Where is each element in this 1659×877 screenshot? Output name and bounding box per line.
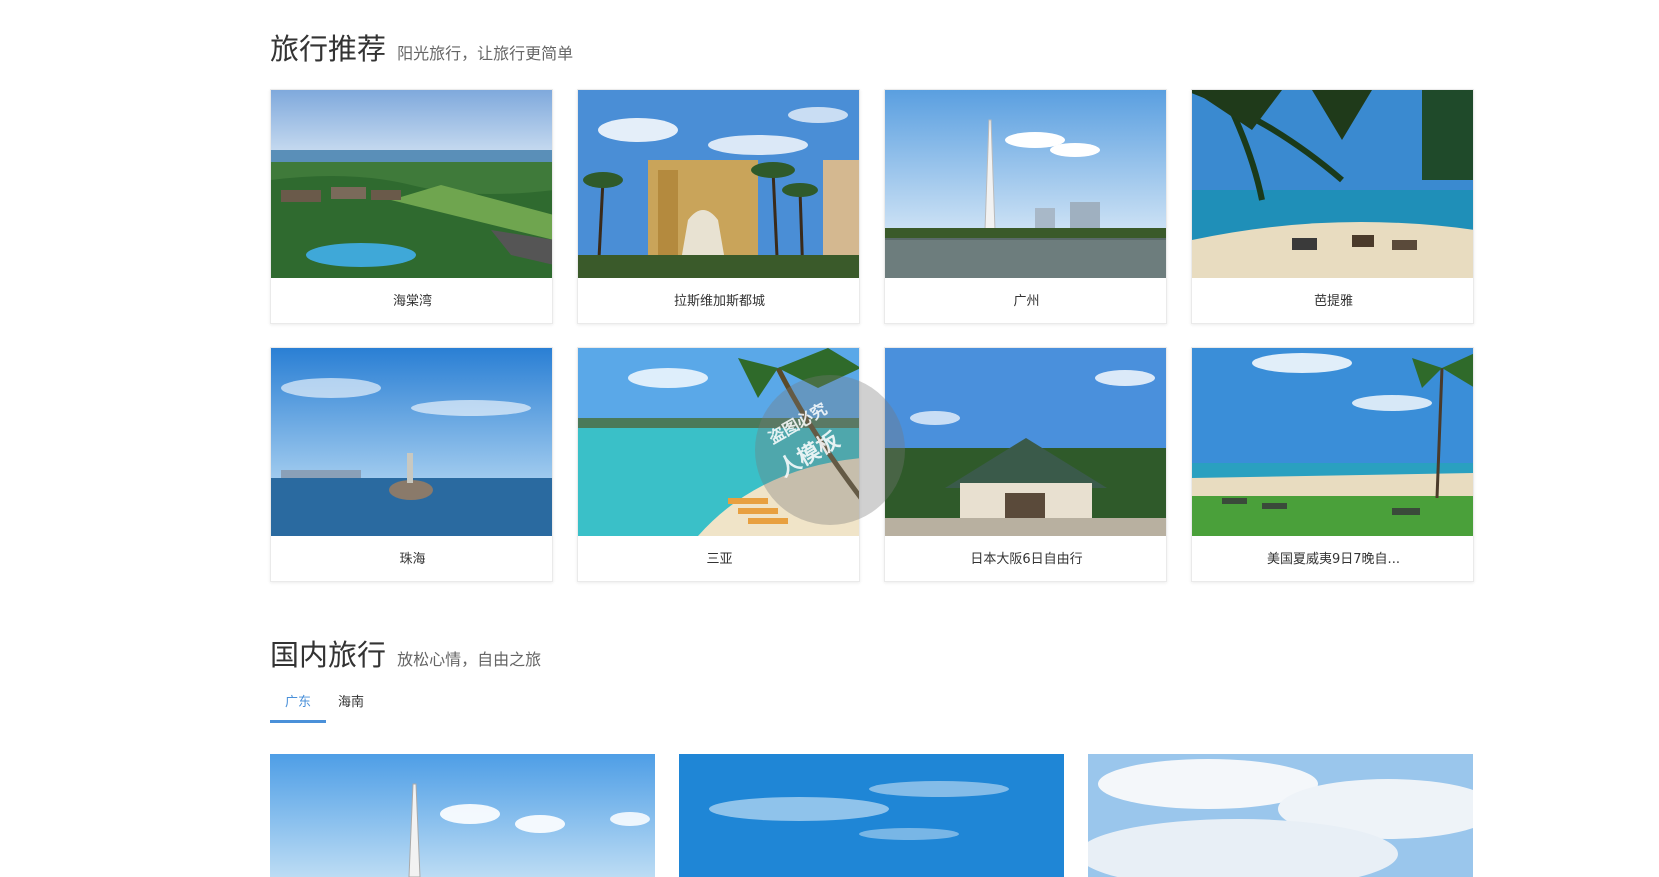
card-image[interactable] [271,90,552,278]
travel-card-las-vegas[interactable]: 拉斯维加斯都城 [577,89,860,324]
domestic-image-sky[interactable] [679,754,1064,877]
card-title[interactable]: 美国夏威夷9日7晚自... [1192,536,1473,581]
domestic-image-guangzhou[interactable] [270,754,655,877]
travel-card-osaka[interactable]: 日本大阪6日自由行 [884,347,1167,582]
section-subtitle: 阳光旅行，让旅行更简单 [397,44,574,63]
travel-card-haitang-bay[interactable]: 海棠湾 [270,89,553,324]
card-image[interactable] [885,348,1166,536]
section-header-recommend: 旅行推荐 阳光旅行，让旅行更简单 [270,26,573,68]
card-image[interactable] [578,90,859,278]
card-title[interactable]: 珠海 [271,536,552,581]
section-header-domestic: 国内旅行 放松心情，自由之旅 [270,632,541,674]
card-image[interactable] [271,348,552,536]
domestic-image-clouds[interactable] [1088,754,1473,877]
card-image[interactable] [885,90,1166,278]
travel-card-hawaii[interactable]: 美国夏威夷9日7晚自... [1191,347,1474,582]
travel-card-pattaya[interactable]: 芭提雅 [1191,89,1474,324]
card-title[interactable]: 三亚 [578,536,859,581]
travel-card-zhuhai[interactable]: 珠海 [270,347,553,582]
card-title[interactable]: 拉斯维加斯都城 [578,278,859,323]
watermark-stamp: 盗图必究 人模板 [755,375,905,525]
card-title[interactable]: 芭提雅 [1192,278,1473,323]
card-title[interactable]: 日本大阪6日自由行 [885,536,1166,581]
section-title: 旅行推荐 [270,32,387,66]
card-image[interactable] [1192,348,1473,536]
card-title[interactable]: 海棠湾 [271,278,552,323]
tab-hainan[interactable]: 海南 [332,686,370,720]
section-subtitle: 放松心情，自由之旅 [397,650,542,669]
card-title[interactable]: 广州 [885,278,1166,323]
section-title: 国内旅行 [270,638,387,672]
card-image[interactable] [1192,90,1473,278]
tab-guangdong[interactable]: 广东 [270,686,326,723]
travel-card-guangzhou[interactable]: 广州 [884,89,1167,324]
